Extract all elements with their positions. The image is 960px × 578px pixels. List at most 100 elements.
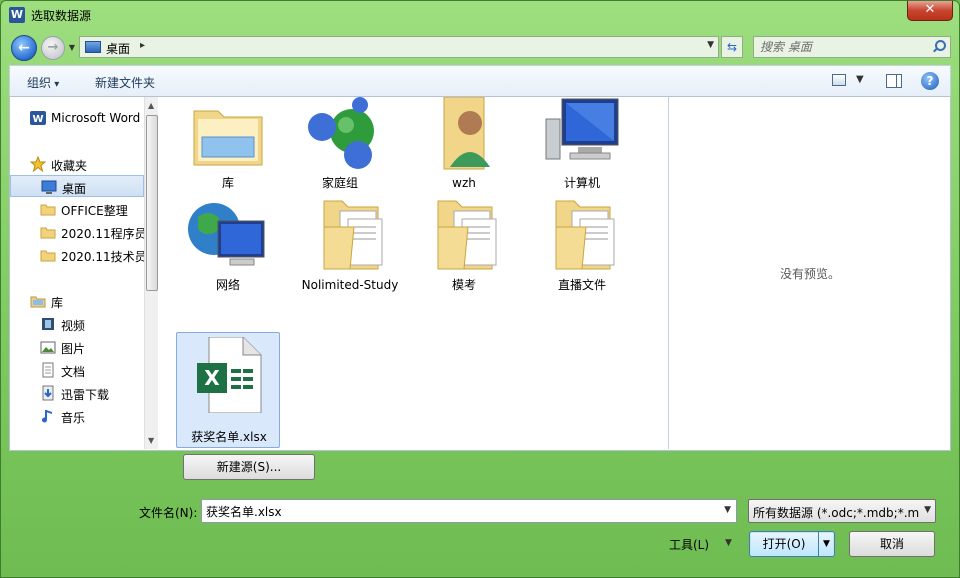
open-split-dropdown-icon[interactable]: ▼ xyxy=(818,532,834,556)
nav-item-5[interactable]: 2020.11技术员 xyxy=(10,244,144,266)
nav-item-6[interactable]: 库 xyxy=(10,290,144,312)
refresh-icon: ⇆ xyxy=(726,40,738,54)
svg-text:W: W xyxy=(32,114,43,125)
file-type-filter-select[interactable]: 所有数据源 (*.odc;*.mdb;*.mdb) ▼ xyxy=(748,499,936,523)
file-item-4[interactable]: 网络 xyxy=(176,197,280,313)
scroll-up-icon[interactable]: ▲ xyxy=(148,101,154,110)
filename-input[interactable] xyxy=(202,500,712,522)
filename-dropdown-icon[interactable]: ▼ xyxy=(724,505,731,515)
nav-item-label: 迅雷下载 xyxy=(61,388,110,402)
word-app-icon: W xyxy=(9,7,25,23)
scrollbar-thumb[interactable] xyxy=(146,115,158,291)
search-box[interactable] xyxy=(753,36,951,58)
file-item-7[interactable]: 直播文件 xyxy=(530,197,634,313)
preview-pane-toggle-icon[interactable] xyxy=(886,74,902,88)
browser-panes: W Microsoft Word 收藏夹桌面 OFFICE整理 2020.11程序员 20… xyxy=(9,97,951,451)
file-name: 直播文件 xyxy=(557,278,606,292)
open-button[interactable]: 打开(O) ▼ xyxy=(749,531,835,557)
tools-menu-button[interactable]: 工具(L) xyxy=(669,536,709,553)
filename-label: 文件名(N): xyxy=(139,506,198,520)
nav-item-1[interactable]: 收藏夹 xyxy=(10,153,144,175)
nav-item-3[interactable]: OFFICE整理 xyxy=(10,198,144,220)
history-dropdown-button[interactable]: ▼ xyxy=(67,43,77,53)
forward-button[interactable]: → xyxy=(41,36,65,60)
refresh-button[interactable]: ⇆ xyxy=(721,36,743,58)
file-item-3[interactable]: 计算机 xyxy=(530,97,634,193)
new-folder-button[interactable]: 新建文件夹 xyxy=(95,74,155,91)
help-icon[interactable]: ? xyxy=(921,72,939,90)
title-bar[interactable]: W 选取数据源 ✕ xyxy=(1,1,959,29)
folder-docs-icon xyxy=(542,197,622,273)
library-folder-icon xyxy=(188,97,268,173)
nav-item-9[interactable]: 文档 xyxy=(10,359,144,381)
navigation-pane: W Microsoft Word 收藏夹桌面 OFFICE整理 2020.11程序员 20… xyxy=(10,97,158,449)
nav-item-label: 文档 xyxy=(61,365,86,379)
homegroup-icon xyxy=(300,97,380,173)
organize-menu-button[interactable]: 组织 xyxy=(27,74,59,91)
change-view-icon[interactable] xyxy=(832,74,846,86)
download-icon xyxy=(40,385,56,401)
cancel-button[interactable]: 取消 xyxy=(849,531,935,557)
nav-item-label: 视频 xyxy=(61,319,86,333)
open-button-label[interactable]: 打开(O) xyxy=(750,532,818,556)
excel-icon: X xyxy=(189,336,269,414)
star-icon xyxy=(29,155,47,173)
file-item-0[interactable]: 库 xyxy=(176,97,280,193)
address-location[interactable]: 桌面 xyxy=(106,40,130,57)
nav-item-label: 收藏夹 xyxy=(51,159,88,173)
file-name: 库 xyxy=(221,176,234,190)
folder-docs-icon xyxy=(310,197,390,273)
nav-item-label: Microsoft Word xyxy=(51,111,141,125)
no-preview-text: 没有预览。 xyxy=(779,267,840,281)
folder-icon xyxy=(40,247,56,263)
video-icon xyxy=(40,316,56,332)
search-icon[interactable] xyxy=(933,40,946,52)
nav-item-10[interactable]: 迅雷下载 xyxy=(10,382,144,404)
nav-item-4[interactable]: 2020.11程序员 xyxy=(10,221,144,243)
nav-item-2[interactable]: 桌面 xyxy=(10,175,144,197)
scroll-down-icon[interactable]: ▼ xyxy=(148,436,154,445)
file-item-8[interactable]: X 获奖名单.xlsx xyxy=(176,332,280,448)
folder-docs-icon xyxy=(424,197,504,273)
file-name: Nolimited-Study xyxy=(301,278,399,292)
nav-item-label: 2020.11程序员 xyxy=(61,227,144,241)
address-dropdown-icon[interactable]: ▼ xyxy=(707,40,714,50)
file-name: 模考 xyxy=(451,278,476,292)
forward-arrow-icon: → xyxy=(47,40,59,55)
filter-dropdown-icon[interactable]: ▼ xyxy=(924,505,931,515)
file-item-2[interactable]: wzh xyxy=(412,97,516,193)
address-bar[interactable]: 桌面 ▸ ▼ xyxy=(79,36,719,58)
file-name: 计算机 xyxy=(563,176,600,190)
document-icon xyxy=(40,362,56,378)
nav-item-label: 桌面 xyxy=(62,182,87,196)
breadcrumb-chevron-icon[interactable]: ▸ xyxy=(140,40,145,51)
file-item-5[interactable]: Nolimited-Study xyxy=(298,197,402,313)
view-options-dropdown-icon[interactable]: ▼ xyxy=(856,74,864,85)
nav-item-0[interactable]: W Microsoft Word xyxy=(10,107,144,129)
navigation-scrollbar[interactable]: ▲ ▼ xyxy=(144,97,158,449)
library-icon xyxy=(30,293,46,309)
nav-item-11[interactable]: 音乐 xyxy=(10,405,144,427)
filename-combobox[interactable]: ▼ xyxy=(201,499,737,523)
file-type-filter-value: 所有数据源 (*.odc;*.mdb;*.mdb) xyxy=(753,506,919,520)
preview-pane: 没有预览。 xyxy=(668,97,950,449)
command-toolbar: 组织 新建文件夹 ▼ ? xyxy=(9,65,951,97)
nav-item-8[interactable]: 图片 xyxy=(10,336,144,358)
picture-icon xyxy=(40,339,56,355)
nav-item-label: 库 xyxy=(51,296,64,310)
file-name: wzh xyxy=(452,176,476,190)
new-source-button[interactable]: 新建源(S)... xyxy=(183,454,315,480)
nav-item-7[interactable]: 视频 xyxy=(10,313,144,335)
file-name: 家庭组 xyxy=(321,176,358,190)
nav-item-label: 图片 xyxy=(61,342,86,356)
desktop-icon xyxy=(85,41,101,53)
close-button[interactable]: ✕ xyxy=(907,1,953,21)
tools-dropdown-icon[interactable]: ▼ xyxy=(725,538,732,548)
file-item-1[interactable]: 家庭组 xyxy=(288,97,392,193)
nav-item-label: 音乐 xyxy=(61,411,86,425)
back-button[interactable]: ← xyxy=(11,35,37,61)
search-input[interactable] xyxy=(754,37,930,57)
network-icon xyxy=(188,197,268,273)
file-name: 网络 xyxy=(215,278,240,292)
file-item-6[interactable]: 模考 xyxy=(412,197,516,313)
